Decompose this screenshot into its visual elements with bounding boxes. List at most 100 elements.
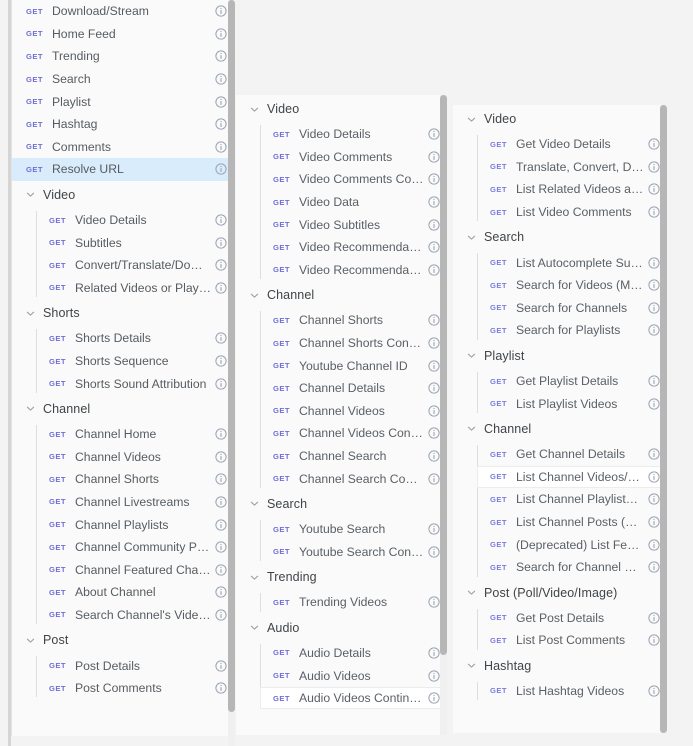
info-circle-icon[interactable] bbox=[428, 427, 440, 440]
info-circle-icon[interactable] bbox=[648, 206, 660, 218]
endpoint-row[interactable]: GET List Hashtag Videos bbox=[477, 680, 666, 703]
endpoint-row[interactable]: GET Channel Shorts bbox=[260, 309, 446, 332]
info-circle-icon[interactable] bbox=[215, 259, 227, 271]
info-circle-icon[interactable] bbox=[648, 471, 660, 483]
info-circle-icon[interactable] bbox=[648, 539, 660, 551]
endpoint-row[interactable]: GET Post Comments bbox=[36, 677, 233, 700]
chevron-down-icon[interactable] bbox=[249, 622, 260, 633]
endpoint-group-header[interactable]: Post bbox=[12, 626, 233, 655]
endpoint-row[interactable]: GET Channel Videos bbox=[36, 446, 233, 469]
chevron-down-icon[interactable] bbox=[466, 232, 477, 243]
endpoint-row[interactable]: GET Youtube Search bbox=[260, 518, 446, 541]
endpoint-row[interactable]: GET List Autocomplete Suggestions bbox=[477, 251, 666, 274]
endpoint-row[interactable]: GET Channel Videos Continuation bbox=[260, 422, 446, 445]
info-circle-icon[interactable] bbox=[428, 669, 440, 682]
endpoint-row[interactable]: GET Download/Stream bbox=[12, 0, 233, 23]
info-circle-icon[interactable] bbox=[215, 118, 227, 130]
chevron-down-icon[interactable] bbox=[25, 403, 36, 414]
info-circle-icon[interactable] bbox=[428, 546, 440, 558]
endpoint-group-header[interactable]: Post (Poll/Video/Image) bbox=[453, 578, 666, 607]
endpoint-row[interactable]: GET Search bbox=[12, 68, 233, 91]
endpoint-row[interactable]: GET Channel Livestreams bbox=[36, 491, 233, 514]
info-circle-icon[interactable] bbox=[648, 685, 660, 697]
info-circle-icon[interactable] bbox=[648, 561, 660, 573]
endpoint-row[interactable]: GET Convert/Translate/Download ... bbox=[36, 254, 233, 277]
endpoint-row[interactable]: GET Video Comments bbox=[260, 146, 446, 169]
endpoint-row[interactable]: GET Video Data bbox=[260, 191, 446, 214]
info-circle-icon[interactable] bbox=[215, 73, 227, 85]
chevron-down-icon[interactable] bbox=[466, 587, 477, 598]
info-circle-icon[interactable] bbox=[428, 264, 440, 276]
endpoint-row[interactable]: GET List Channel Videos/Shorts/Live bbox=[477, 465, 666, 489]
info-circle-icon[interactable] bbox=[648, 161, 660, 173]
info-circle-icon[interactable] bbox=[428, 382, 440, 394]
endpoint-row[interactable]: GET Video Recommendation Conti... bbox=[260, 259, 446, 282]
endpoint-row[interactable]: GET List Playlist Videos bbox=[477, 392, 666, 415]
info-circle-icon[interactable] bbox=[215, 5, 227, 17]
info-circle-icon[interactable] bbox=[215, 96, 227, 108]
endpoint-row[interactable]: GET Search Channel's Videos/Play... bbox=[36, 604, 233, 627]
info-circle-icon[interactable] bbox=[215, 214, 227, 226]
endpoint-row[interactable]: GET Video Comments Continuation bbox=[260, 168, 446, 191]
scrollbar-panel-right[interactable] bbox=[660, 105, 667, 733]
endpoint-row[interactable]: GET Channel Search bbox=[260, 445, 446, 468]
info-circle-icon[interactable] bbox=[648, 257, 660, 269]
endpoint-row[interactable]: GET Shorts Sound Attribution bbox=[36, 372, 233, 395]
info-circle-icon[interactable] bbox=[215, 659, 227, 672]
endpoint-group-header[interactable]: Channel bbox=[453, 414, 666, 443]
info-circle-icon[interactable] bbox=[428, 151, 440, 163]
endpoint-row[interactable]: GET Channel Shorts bbox=[36, 468, 233, 491]
scrollbar-thumb[interactable] bbox=[440, 95, 447, 655]
info-circle-icon[interactable] bbox=[428, 337, 440, 349]
endpoint-row[interactable]: GET Channel Home bbox=[36, 423, 233, 446]
endpoint-group-header[interactable]: Channel bbox=[236, 281, 446, 310]
chevron-down-icon[interactable] bbox=[466, 350, 477, 361]
endpoint-row[interactable]: GET Audio Details bbox=[260, 642, 446, 665]
info-circle-icon[interactable] bbox=[215, 564, 227, 576]
info-circle-icon[interactable] bbox=[215, 332, 227, 345]
endpoint-row[interactable]: GET Video Recommendation bbox=[260, 236, 446, 259]
endpoint-group-header[interactable]: Search bbox=[453, 223, 666, 252]
info-circle-icon[interactable] bbox=[215, 28, 227, 40]
endpoint-row[interactable]: GET Channel Videos bbox=[260, 400, 446, 423]
endpoint-row[interactable]: GET Search for Videos (Movies) bbox=[477, 274, 666, 297]
endpoint-row[interactable]: GET Get Channel Details bbox=[477, 443, 666, 466]
info-circle-icon[interactable] bbox=[648, 183, 660, 196]
endpoint-group-header[interactable]: Playlist bbox=[453, 341, 666, 370]
info-circle-icon[interactable] bbox=[215, 518, 227, 531]
chevron-down-icon[interactable] bbox=[466, 114, 477, 125]
endpoint-row[interactable]: GET List Channel Playlists/Release... bbox=[477, 488, 666, 511]
endpoint-row[interactable]: GET Channel Details bbox=[260, 377, 446, 400]
endpoint-row[interactable]: GET Video Details bbox=[36, 209, 233, 232]
info-circle-icon[interactable] bbox=[215, 355, 227, 367]
chevron-down-icon[interactable] bbox=[466, 660, 477, 671]
chevron-down-icon[interactable] bbox=[249, 572, 260, 583]
chevron-down-icon[interactable] bbox=[25, 308, 36, 319]
info-circle-icon[interactable] bbox=[428, 523, 440, 535]
info-circle-icon[interactable] bbox=[215, 451, 227, 463]
endpoint-row[interactable]: GET Get Playlist Details bbox=[477, 370, 666, 393]
info-circle-icon[interactable] bbox=[648, 493, 660, 506]
info-circle-icon[interactable] bbox=[648, 398, 660, 410]
chevron-down-icon[interactable] bbox=[466, 423, 477, 434]
info-circle-icon[interactable] bbox=[428, 473, 440, 485]
info-circle-icon[interactable] bbox=[215, 682, 227, 694]
endpoint-group-header[interactable]: Video bbox=[453, 105, 666, 133]
info-circle-icon[interactable] bbox=[428, 692, 440, 704]
chevron-down-icon[interactable] bbox=[249, 290, 260, 301]
endpoint-row[interactable]: GET Audio Videos Continuation bbox=[260, 686, 446, 710]
info-circle-icon[interactable] bbox=[648, 279, 660, 291]
chevron-down-icon[interactable] bbox=[25, 635, 36, 646]
endpoint-group-header[interactable]: Video bbox=[12, 180, 233, 209]
scrollbar-thumb[interactable] bbox=[228, 0, 235, 712]
endpoint-row[interactable]: GET Search for Channel Videos an... bbox=[477, 556, 666, 579]
info-circle-icon[interactable] bbox=[428, 314, 440, 327]
endpoint-row[interactable]: GET Youtube Search Continuation bbox=[260, 541, 446, 564]
endpoint-row[interactable]: GET (Deprecated) List Featured Ch... bbox=[477, 533, 666, 556]
endpoint-row[interactable]: GET Home Feed bbox=[12, 23, 233, 46]
info-circle-icon[interactable] bbox=[215, 609, 227, 621]
endpoint-row[interactable]: GET Hashtag bbox=[12, 113, 233, 136]
endpoint-row[interactable]: GET Channel Featured Channels bbox=[36, 558, 233, 581]
endpoint-group-header[interactable]: Video bbox=[236, 95, 446, 123]
info-circle-icon[interactable] bbox=[428, 596, 440, 608]
